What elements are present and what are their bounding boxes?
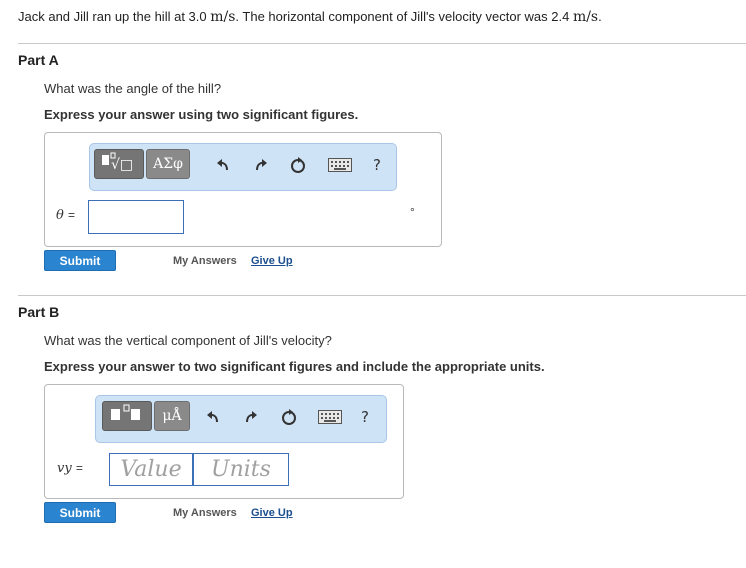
problem-unit-2: m/s [572, 9, 599, 25]
template-glyph: √□ [111, 157, 133, 173]
part-a-equation-toolbar: √□ ΑΣφ ? [89, 143, 397, 191]
help-label: ? [373, 156, 381, 174]
part-b-submit-button[interactable]: Submit [44, 502, 116, 523]
part-b-answer-box: μÅ ? vy = Value Units [44, 384, 404, 499]
help-label: ? [361, 408, 369, 426]
part-b-my-answers-link[interactable]: My Answers [173, 507, 237, 519]
problem-text-3: . [598, 9, 602, 24]
part-b-title: Part B [18, 304, 60, 320]
part-b-give-up-link[interactable]: Give Up [251, 507, 293, 519]
theta-equals: = [67, 208, 75, 222]
problem-text-1: Jack and Jill ran up the hill at 3.0 [18, 9, 211, 24]
units-template-button[interactable] [102, 401, 152, 431]
undo-icon[interactable] [212, 154, 234, 176]
part-a-my-answers-link[interactable]: My Answers [173, 255, 237, 267]
part-a-submit-button[interactable]: Submit [44, 250, 116, 271]
part-a-question: What was the angle of the hill? [44, 81, 222, 96]
angle-input[interactable] [88, 200, 184, 234]
reset-icon[interactable] [278, 406, 300, 428]
part-a-answer-box: √□ ΑΣφ ? θ = ° [44, 132, 442, 247]
value-placeholder: Value [120, 457, 182, 482]
part-a-instruction: Express your answer using two significan… [44, 107, 359, 122]
degree-unit: ° [410, 205, 415, 219]
template-button[interactable]: √□ [94, 149, 144, 179]
vy-label: vy = [57, 461, 83, 476]
redo-icon[interactable] [250, 154, 272, 176]
help-icon[interactable]: ? [354, 406, 376, 428]
part-a-divider [18, 43, 746, 44]
vy-symbol: vy [57, 461, 72, 476]
problem-unit-1: m/s [210, 9, 236, 25]
redo-icon[interactable] [240, 406, 262, 428]
part-b-question: What was the vertical component of Jill'… [44, 333, 332, 348]
units-template-icon [107, 403, 147, 429]
reset-icon[interactable] [287, 154, 309, 176]
problem-statement: Jack and Jill ran up the hill at 3.0 m/s… [18, 9, 602, 25]
theta-label: θ = [56, 208, 75, 223]
part-b-equation-toolbar: μÅ ? [95, 395, 387, 443]
part-a-title: Part A [18, 52, 59, 68]
units-input[interactable]: Units [193, 453, 289, 486]
part-a-give-up-link[interactable]: Give Up [251, 255, 293, 267]
vy-equals: = [75, 461, 83, 475]
part-b-divider [18, 295, 746, 296]
units-placeholder: Units [211, 457, 271, 482]
greek-symbols-button[interactable]: ΑΣφ [146, 149, 190, 179]
units-button[interactable]: μÅ [154, 401, 190, 431]
template-icon: √□ [99, 151, 139, 177]
keyboard-icon[interactable] [314, 406, 346, 428]
keyboard-icon[interactable] [324, 154, 356, 176]
theta-symbol: θ [56, 208, 64, 223]
help-icon[interactable]: ? [366, 154, 388, 176]
value-input[interactable]: Value [109, 453, 193, 486]
greek-symbols-label: ΑΣφ [153, 156, 183, 172]
part-b-instruction: Express your answer to two significant f… [44, 359, 545, 374]
problem-text-2: . The horizontal component of Jill's vel… [235, 9, 573, 24]
units-label: μÅ [162, 408, 182, 424]
undo-icon[interactable] [202, 406, 224, 428]
